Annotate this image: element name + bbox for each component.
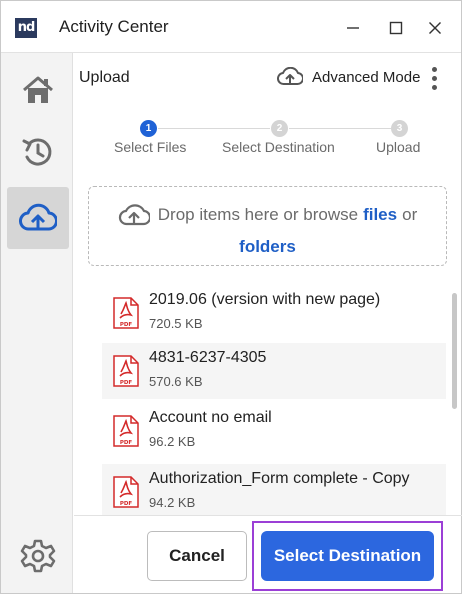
step-3-label: Upload — [376, 139, 421, 155]
step-connector — [289, 128, 391, 129]
sidebar-item-upload[interactable] — [7, 187, 69, 249]
page-title: Upload — [79, 69, 130, 86]
file-size: 94.2 KB — [149, 495, 196, 510]
drop-zone-text: Drop items here or browse — [157, 205, 359, 224]
browse-folders-link[interactable]: folders — [239, 237, 296, 256]
more-options-button[interactable] — [426, 65, 442, 91]
cloud-upload-icon — [19, 203, 57, 231]
file-row[interactable]: PDF Account no email 96.2 KB — [102, 403, 446, 459]
minimize-icon — [347, 27, 359, 29]
pdf-file-icon: PDF — [113, 476, 139, 508]
home-icon — [23, 76, 53, 103]
cloud-upload-icon — [118, 204, 150, 226]
file-size: 96.2 KB — [149, 434, 196, 449]
file-name: 2019.06 (version with new page) — [149, 291, 381, 308]
step-3-indicator: 3 — [391, 120, 408, 137]
sidebar-item-settings[interactable] — [7, 525, 69, 587]
kebab-dot-icon — [431, 66, 437, 72]
drop-zone[interactable]: Drop items here or browse files or folde… — [88, 186, 447, 266]
select-destination-button[interactable]: Select Destination — [261, 531, 434, 581]
svg-text:PDF: PDF — [120, 380, 133, 386]
step-2-label: Select Destination — [222, 139, 335, 155]
pdf-file-icon: PDF — [113, 355, 139, 387]
app-logo: nd — [15, 18, 37, 38]
title-bar: nd Activity Center — [1, 1, 461, 53]
file-size: 570.6 KB — [149, 374, 203, 389]
advanced-mode-button[interactable]: Advanced Mode — [277, 65, 420, 89]
file-list-scrollbar[interactable] — [452, 293, 457, 409]
file-name: Account no email — [149, 409, 272, 426]
file-size: 720.5 KB — [149, 316, 203, 331]
activity-center-window: nd Activity Center Upload Advanced Mode … — [0, 0, 462, 594]
file-row[interactable]: PDF 4831-6237-4305 570.6 KB — [102, 343, 446, 399]
advanced-mode-label: Advanced Mode — [312, 68, 421, 86]
kebab-dot-icon — [431, 84, 437, 90]
file-name: Authorization_Form complete - Copy — [149, 470, 410, 487]
drop-zone-or-text: or — [402, 205, 418, 224]
pdf-file-icon: PDF — [113, 415, 139, 447]
cloud-upload-icon — [277, 67, 303, 85]
cancel-button[interactable]: Cancel — [147, 531, 247, 581]
history-icon — [22, 138, 52, 166]
svg-text:PDF: PDF — [120, 322, 133, 328]
svg-text:PDF: PDF — [120, 501, 133, 507]
sidebar — [1, 53, 73, 593]
kebab-dot-icon — [431, 75, 437, 81]
window-title: Activity Center — [59, 17, 169, 36]
browse-files-link[interactable]: files — [363, 205, 397, 225]
close-icon — [429, 22, 441, 34]
upload-panel: Upload Advanced Mode 1 2 3 Select Files … — [74, 53, 462, 593]
step-1-label: Select Files — [114, 139, 187, 155]
file-list: PDF 2019.06 (version with new page) 720.… — [102, 285, 446, 515]
highlight-frame: Select Destination — [252, 521, 443, 591]
step-connector — [158, 128, 270, 129]
close-button[interactable] — [422, 15, 448, 41]
sidebar-item-history[interactable] — [7, 121, 69, 183]
file-row[interactable]: PDF Authorization_Form complete - Copy 9… — [102, 464, 446, 515]
maximize-icon — [389, 21, 403, 35]
minimize-button[interactable] — [340, 15, 366, 41]
step-2-indicator: 2 — [271, 120, 288, 137]
maximize-button[interactable] — [383, 15, 409, 41]
file-row[interactable]: PDF 2019.06 (version with new page) 720.… — [102, 285, 446, 341]
svg-text:PDF: PDF — [120, 440, 133, 446]
pdf-file-icon: PDF — [113, 297, 139, 329]
gear-icon — [20, 539, 56, 573]
sidebar-item-home[interactable] — [7, 59, 69, 121]
step-1-indicator: 1 — [140, 120, 157, 137]
footer-actions: Cancel Select Destination — [74, 515, 462, 593]
file-name: 4831-6237-4305 — [149, 349, 267, 366]
upload-stepper: 1 2 3 Select Files Select Destination Up… — [74, 117, 462, 162]
